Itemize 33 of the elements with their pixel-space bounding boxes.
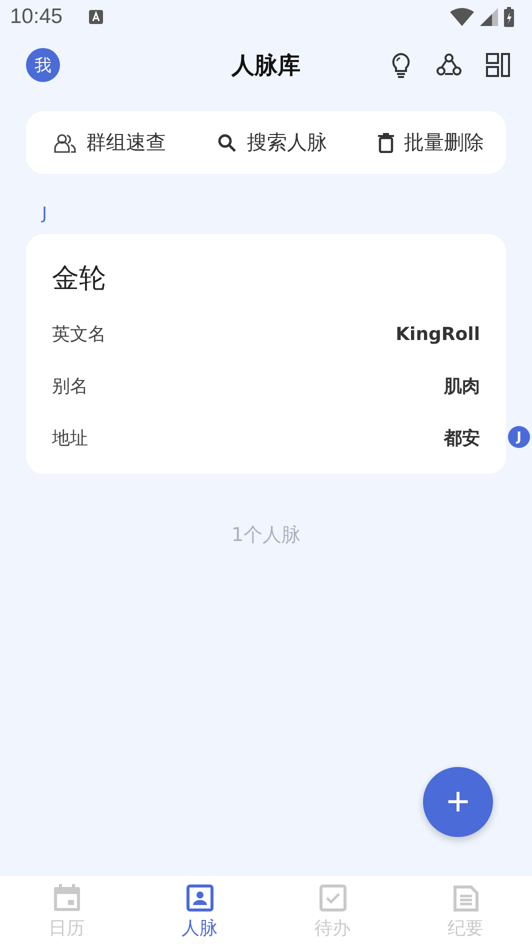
contact-card[interactable]: 金轮 英文名 KingRoll 别名 肌肉 地址 都安	[26, 234, 506, 474]
field-value: 肌肉	[444, 375, 480, 398]
status-time: 10:45	[10, 5, 63, 29]
share-icon[interactable]	[436, 53, 462, 77]
search-icon	[217, 132, 237, 152]
signal-icon	[480, 8, 498, 26]
section-letter: J	[42, 204, 48, 224]
battery-icon	[504, 7, 514, 27]
field-label: 英文名	[52, 323, 106, 346]
contact-count: 1个人脉	[231, 523, 301, 548]
toolbar-button[interactable]: 群组速查	[54, 129, 166, 156]
toolbar-button[interactable]: 批量删除	[378, 129, 484, 156]
page-title: 人脉库	[232, 52, 300, 80]
field-value: 都安	[444, 427, 480, 450]
toolbar-button[interactable]: 搜索人脉	[217, 129, 327, 156]
keyboard-indicator-icon	[88, 10, 103, 24]
field-label: 地址	[52, 427, 88, 450]
calendar-icon	[52, 884, 80, 912]
document-icon	[452, 884, 480, 912]
lightbulb-icon[interactable]	[390, 52, 412, 78]
nav-tab[interactable]: 人脉	[133, 876, 266, 947]
add-button[interactable]: +	[423, 767, 493, 837]
contact-name: 金轮	[52, 262, 107, 296]
wifi-icon	[450, 8, 474, 26]
avatar[interactable]: 我	[26, 48, 60, 82]
field-label: 别名	[52, 375, 88, 398]
contact-card-icon	[186, 884, 214, 912]
trash-icon	[378, 132, 394, 152]
index-letter[interactable]: J	[508, 426, 530, 448]
checkbox-icon	[318, 884, 346, 912]
people-icon	[54, 132, 76, 152]
field-value: KingRoll	[396, 324, 480, 344]
layout-icon[interactable]	[486, 53, 510, 77]
